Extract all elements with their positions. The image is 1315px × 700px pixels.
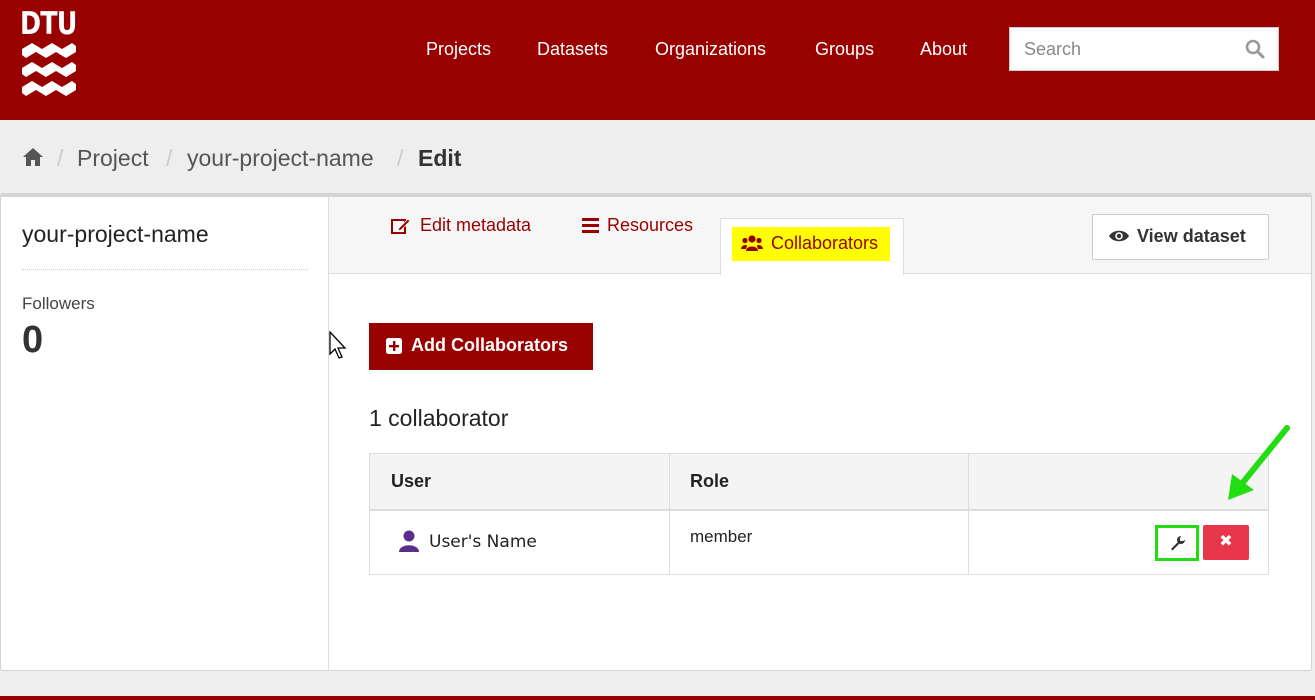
collaborators-table: User Role User's Name member ✖ (369, 453, 1269, 575)
column-divider (669, 454, 670, 574)
site-header: DTU Projects Datasets Organizations Grou… (0, 0, 1315, 120)
remove-collaborator-button[interactable]: ✖ (1203, 525, 1249, 560)
add-collaborators-label: Add Collaborators (411, 335, 569, 355)
breadcrumb-project-name[interactable]: your-project-name (187, 145, 374, 172)
logo-waves-icon (22, 43, 76, 96)
breadcrumb-project[interactable]: Project (77, 145, 149, 172)
plus-square-icon (386, 338, 402, 354)
edit-collaborator-button[interactable] (1155, 525, 1199, 561)
mouse-cursor-icon (329, 331, 347, 359)
collaborator-user-name[interactable]: User's Name (429, 532, 537, 552)
breadcrumb-separator: / (57, 145, 64, 171)
collaborator-count: 1 collaborator (369, 405, 509, 431)
search-input[interactable] (1010, 28, 1235, 70)
column-divider (968, 454, 969, 574)
nav-organizations[interactable]: Organizations (655, 38, 766, 60)
user-icon (399, 530, 419, 552)
nav-about[interactable]: About (920, 38, 967, 60)
home-icon[interactable] (22, 147, 44, 167)
content-area: Add Collaborators 1 collaborator User Ro… (0, 197, 1312, 667)
nav-datasets[interactable]: Datasets (537, 38, 608, 60)
wrench-icon (1171, 536, 1185, 551)
breadcrumb-separator: / (166, 145, 173, 171)
column-header-role: Role (690, 471, 730, 491)
search-box (1009, 27, 1279, 71)
nav-projects[interactable]: Projects (426, 38, 491, 60)
nav-groups[interactable]: Groups (815, 38, 874, 60)
dtu-logo[interactable]: DTU (20, 6, 80, 96)
table-header-row (370, 454, 1268, 511)
add-collaborators-button[interactable]: Add Collaborators (369, 323, 593, 370)
column-header-user: User (391, 471, 432, 491)
search-icon[interactable] (1245, 39, 1265, 59)
breadcrumb-separator: / (397, 145, 404, 171)
breadcrumb-edit: Edit (418, 145, 462, 171)
footer-strip (0, 696, 1315, 700)
close-icon: ✖ (1219, 531, 1233, 550)
annotation-arrow-icon (1228, 425, 1290, 500)
collaborator-role: member (690, 527, 753, 546)
logo-text: DTU (20, 6, 77, 42)
